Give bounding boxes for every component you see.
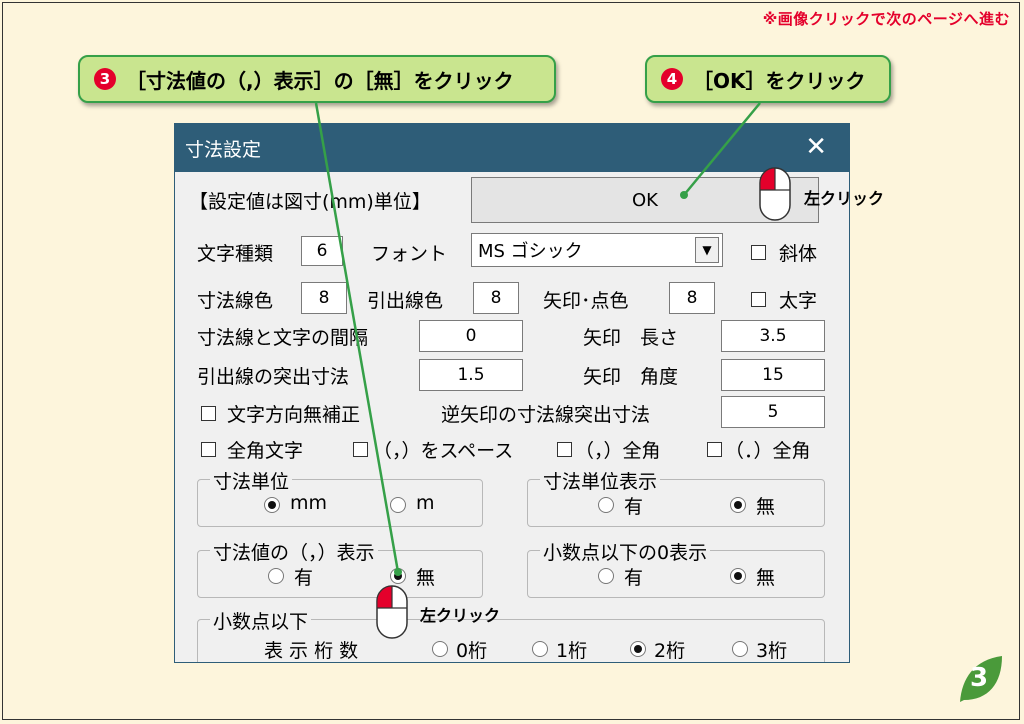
decimal-digits-label: 表 示 桁 数 (264, 640, 359, 662)
dim-unit-mm-radio[interactable] (264, 497, 280, 513)
no-text-direction-label: 文字方向無補正 (227, 404, 361, 426)
page-number-badge: 3 (958, 654, 1004, 704)
italic-label: 斜体 (779, 243, 818, 265)
page-number: 3 (970, 663, 989, 693)
period-fullwidth-label: （．）全角 (725, 440, 811, 462)
decimal-1-label: 1桁 (556, 640, 588, 662)
arrow-angle-label: 矢印 角度 (583, 366, 679, 388)
decimal-1-radio[interactable] (532, 641, 548, 657)
decimal-legend: 小数点以下 (210, 607, 312, 634)
dim-unit-display-no-label: 無 (756, 496, 776, 518)
mouse-left-click-icon (376, 585, 408, 639)
step3-text: ［寸法値の（,）表示］の［無］をクリック (126, 68, 514, 93)
zero-display-legend: 小数点以下の0表示 (540, 538, 711, 565)
dim-unit-display-group: 寸法単位表示 有 無 (527, 467, 825, 527)
leader-extend-label: 引出線の突出寸法 (197, 366, 350, 388)
comma-fullwidth-checkbox[interactable] (557, 442, 572, 457)
dim-line-color-field[interactable]: 8 (301, 282, 347, 314)
decimal-0-radio[interactable] (432, 641, 448, 657)
reverse-arrow-label: 逆矢印の寸法線突出寸法 (441, 404, 651, 426)
step3-callout: 3 ［寸法値の（,）表示］の［無］をクリック (78, 55, 556, 103)
arrow-length-field[interactable]: 3.5 (721, 320, 825, 352)
dimension-settings-dialog: 寸法設定 ✕ 【設定値は図寸(mm)単位】 OK 文字種類 6 フォント MS … (174, 123, 850, 663)
leader-color-field[interactable]: 8 (473, 282, 519, 314)
step4-callout: 4 ［OK］をクリック (645, 55, 891, 103)
gap-label: 寸法線と文字の間隔 (197, 327, 369, 349)
arrow-angle-field[interactable]: 15 (721, 359, 825, 391)
comma-display-yes-label: 有 (294, 567, 314, 589)
comma-space-label: （，）をスペース (373, 440, 514, 462)
left-click-label-none: 左クリック (420, 606, 501, 625)
dim-unit-m-label: m (416, 492, 435, 514)
period-fullwidth-checkbox[interactable] (707, 442, 722, 457)
zero-display-group: 小数点以下の0表示 有 無 (527, 538, 825, 598)
char-type-label: 文字種類 (197, 243, 274, 265)
arrow-length-label: 矢印 長さ (583, 327, 679, 349)
unit-note: 【設定値は図寸(mm)単位】 (189, 191, 431, 213)
comma-display-no-label: 無 (416, 567, 436, 589)
step3-number-badge: 3 (94, 68, 116, 90)
decimal-3-label: 3桁 (756, 640, 788, 662)
arrow-color-field[interactable]: 8 (669, 282, 715, 314)
comma-display-no-radio[interactable] (390, 568, 406, 584)
dim-unit-display-yes-radio[interactable] (598, 497, 614, 513)
leader-extend-field[interactable]: 1.5 (419, 359, 523, 391)
zero-display-no-radio[interactable] (730, 568, 746, 584)
zero-display-no-label: 無 (756, 567, 776, 589)
comma-space-checkbox[interactable] (353, 442, 368, 457)
fullwidth-text-label: 全角文字 (227, 440, 304, 462)
next-page-notice[interactable]: ※画像クリックで次のページへ進む (763, 8, 1010, 29)
dim-unit-m-radio[interactable] (390, 497, 406, 513)
dim-unit-mm-label: mm (290, 492, 328, 514)
dialog-title: 寸法設定 (185, 138, 262, 161)
dialog-titlebar: 寸法設定 ✕ (175, 124, 849, 172)
dim-unit-group: 寸法単位 mm m (197, 467, 483, 527)
char-type-field[interactable]: 6 (301, 236, 343, 266)
decimal-0-label: 0桁 (456, 640, 488, 662)
no-text-direction-checkbox[interactable] (201, 406, 216, 421)
left-click-label-ok: 左クリック (804, 189, 885, 208)
font-select-value: MS ゴシック (478, 241, 583, 262)
fullwidth-text-checkbox[interactable] (201, 442, 216, 457)
font-select[interactable]: MS ゴシック ▼ (471, 233, 723, 267)
bold-checkbox[interactable] (751, 292, 766, 307)
dim-unit-display-legend: 寸法単位表示 (540, 467, 661, 494)
step4-number-badge: 4 (661, 68, 683, 90)
dim-unit-display-yes-label: 有 (624, 496, 644, 518)
mouse-left-click-icon (759, 167, 791, 221)
italic-checkbox[interactable] (751, 245, 766, 260)
decimal-3-radio[interactable] (732, 641, 748, 657)
zero-display-yes-radio[interactable] (598, 568, 614, 584)
gap-field[interactable]: 0 (419, 320, 523, 352)
dim-line-color-label: 寸法線色 (197, 290, 274, 312)
font-label: フォント (371, 243, 448, 265)
dim-unit-display-no-radio[interactable] (730, 497, 746, 513)
decimal-group: 小数点以下 表 示 桁 数 0桁 1桁 2桁 3桁 (197, 607, 825, 662)
comma-fullwidth-label: （，）全角 (575, 440, 661, 462)
chevron-down-icon[interactable]: ▼ (695, 237, 719, 263)
step4-text: ［OK］をクリック (693, 68, 866, 93)
close-icon[interactable]: ✕ (805, 132, 827, 162)
zero-display-yes-label: 有 (624, 567, 644, 589)
decimal-2-label: 2桁 (654, 640, 686, 662)
leader-color-label: 引出線色 (367, 290, 444, 312)
comma-display-group: 寸法値の（，）表示 有 無 (197, 538, 483, 598)
comma-display-legend: 寸法値の（，）表示 (210, 538, 378, 565)
dim-unit-legend: 寸法単位 (210, 467, 293, 494)
arrow-color-label: 矢印･点色 (543, 290, 629, 312)
decimal-2-radio[interactable] (630, 641, 646, 657)
bold-label: 太字 (779, 290, 818, 312)
reverse-arrow-field[interactable]: 5 (721, 396, 825, 428)
comma-display-yes-radio[interactable] (268, 568, 284, 584)
